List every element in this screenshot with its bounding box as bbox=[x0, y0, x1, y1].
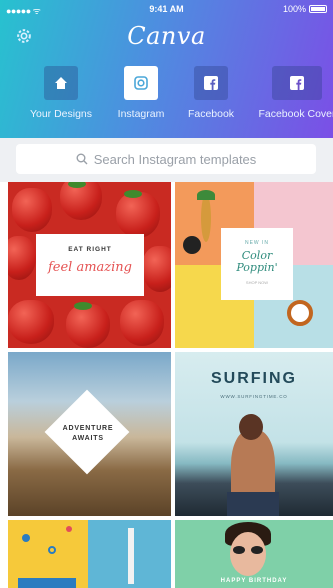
search-bar-container: Search Instagram templates bbox=[0, 138, 333, 182]
search-placeholder: Search Instagram templates bbox=[93, 151, 257, 167]
status-bar: ●●●●● ᯤ 9:41 AM 100% bbox=[0, 3, 333, 17]
template-grid: EAT RIGHT feel amazing NEW IN Color Popp… bbox=[8, 182, 333, 588]
search-icon bbox=[76, 153, 88, 165]
template-title: feel amazing bbox=[47, 260, 133, 275]
search-input[interactable]: Search Instagram templates bbox=[16, 144, 316, 174]
channel-your-designs[interactable]: Your Designs bbox=[20, 66, 102, 126]
template-title: ADVENTURE AWAITS bbox=[62, 425, 114, 442]
template-kicker: NEW IN bbox=[244, 240, 270, 246]
header: ●●●●● ᯤ 9:41 AM 100% Canva Your Designs … bbox=[0, 0, 333, 138]
template-overlay: NEW IN Color Poppin' SHOP NOW bbox=[221, 228, 293, 300]
channel-label: Facebook Cover bbox=[258, 108, 333, 120]
template-card-birthday[interactable]: HAPPY BIRTHDAY bbox=[175, 520, 333, 588]
canva-logo: Canva bbox=[127, 22, 206, 50]
template-card-yellow[interactable] bbox=[8, 520, 171, 588]
template-card-strawberries[interactable]: EAT RIGHT feel amazing bbox=[8, 182, 171, 348]
facebook-icon bbox=[194, 66, 228, 100]
channel-label: Facebook bbox=[187, 108, 235, 120]
battery-icon bbox=[309, 5, 327, 13]
template-card-color-poppin[interactable]: NEW IN Color Poppin' SHOP NOW bbox=[175, 182, 333, 348]
template-footer: SHOP NOW bbox=[245, 280, 269, 285]
home-icon bbox=[44, 66, 78, 100]
battery-status: 100% bbox=[283, 4, 327, 14]
channel-label: Your Designs bbox=[29, 108, 93, 120]
battery-percent: 100% bbox=[282, 4, 306, 14]
channel-selector: Your Designs Instagram Facebook Facebook… bbox=[0, 66, 333, 126]
template-card-adventure[interactable]: ADVENTURE AWAITS bbox=[8, 352, 171, 516]
template-kicker: EAT RIGHT bbox=[68, 246, 112, 253]
channel-facebook[interactable]: Facebook bbox=[170, 66, 252, 126]
template-title: SURFING bbox=[211, 370, 297, 387]
template-title: Color Poppin' bbox=[236, 249, 278, 274]
template-overlay: EAT RIGHT feel amazing bbox=[36, 234, 144, 296]
instagram-icon bbox=[124, 66, 158, 100]
facebook-icon bbox=[272, 66, 322, 100]
template-subtitle: WWW.SURFINGTIME.CO bbox=[220, 394, 288, 399]
template-card-surfing[interactable]: SURFING WWW.SURFINGTIME.CO bbox=[175, 352, 333, 516]
channel-facebook-cover[interactable]: Facebook Cover bbox=[252, 66, 333, 126]
template-title: HAPPY BIRTHDAY bbox=[220, 578, 288, 584]
